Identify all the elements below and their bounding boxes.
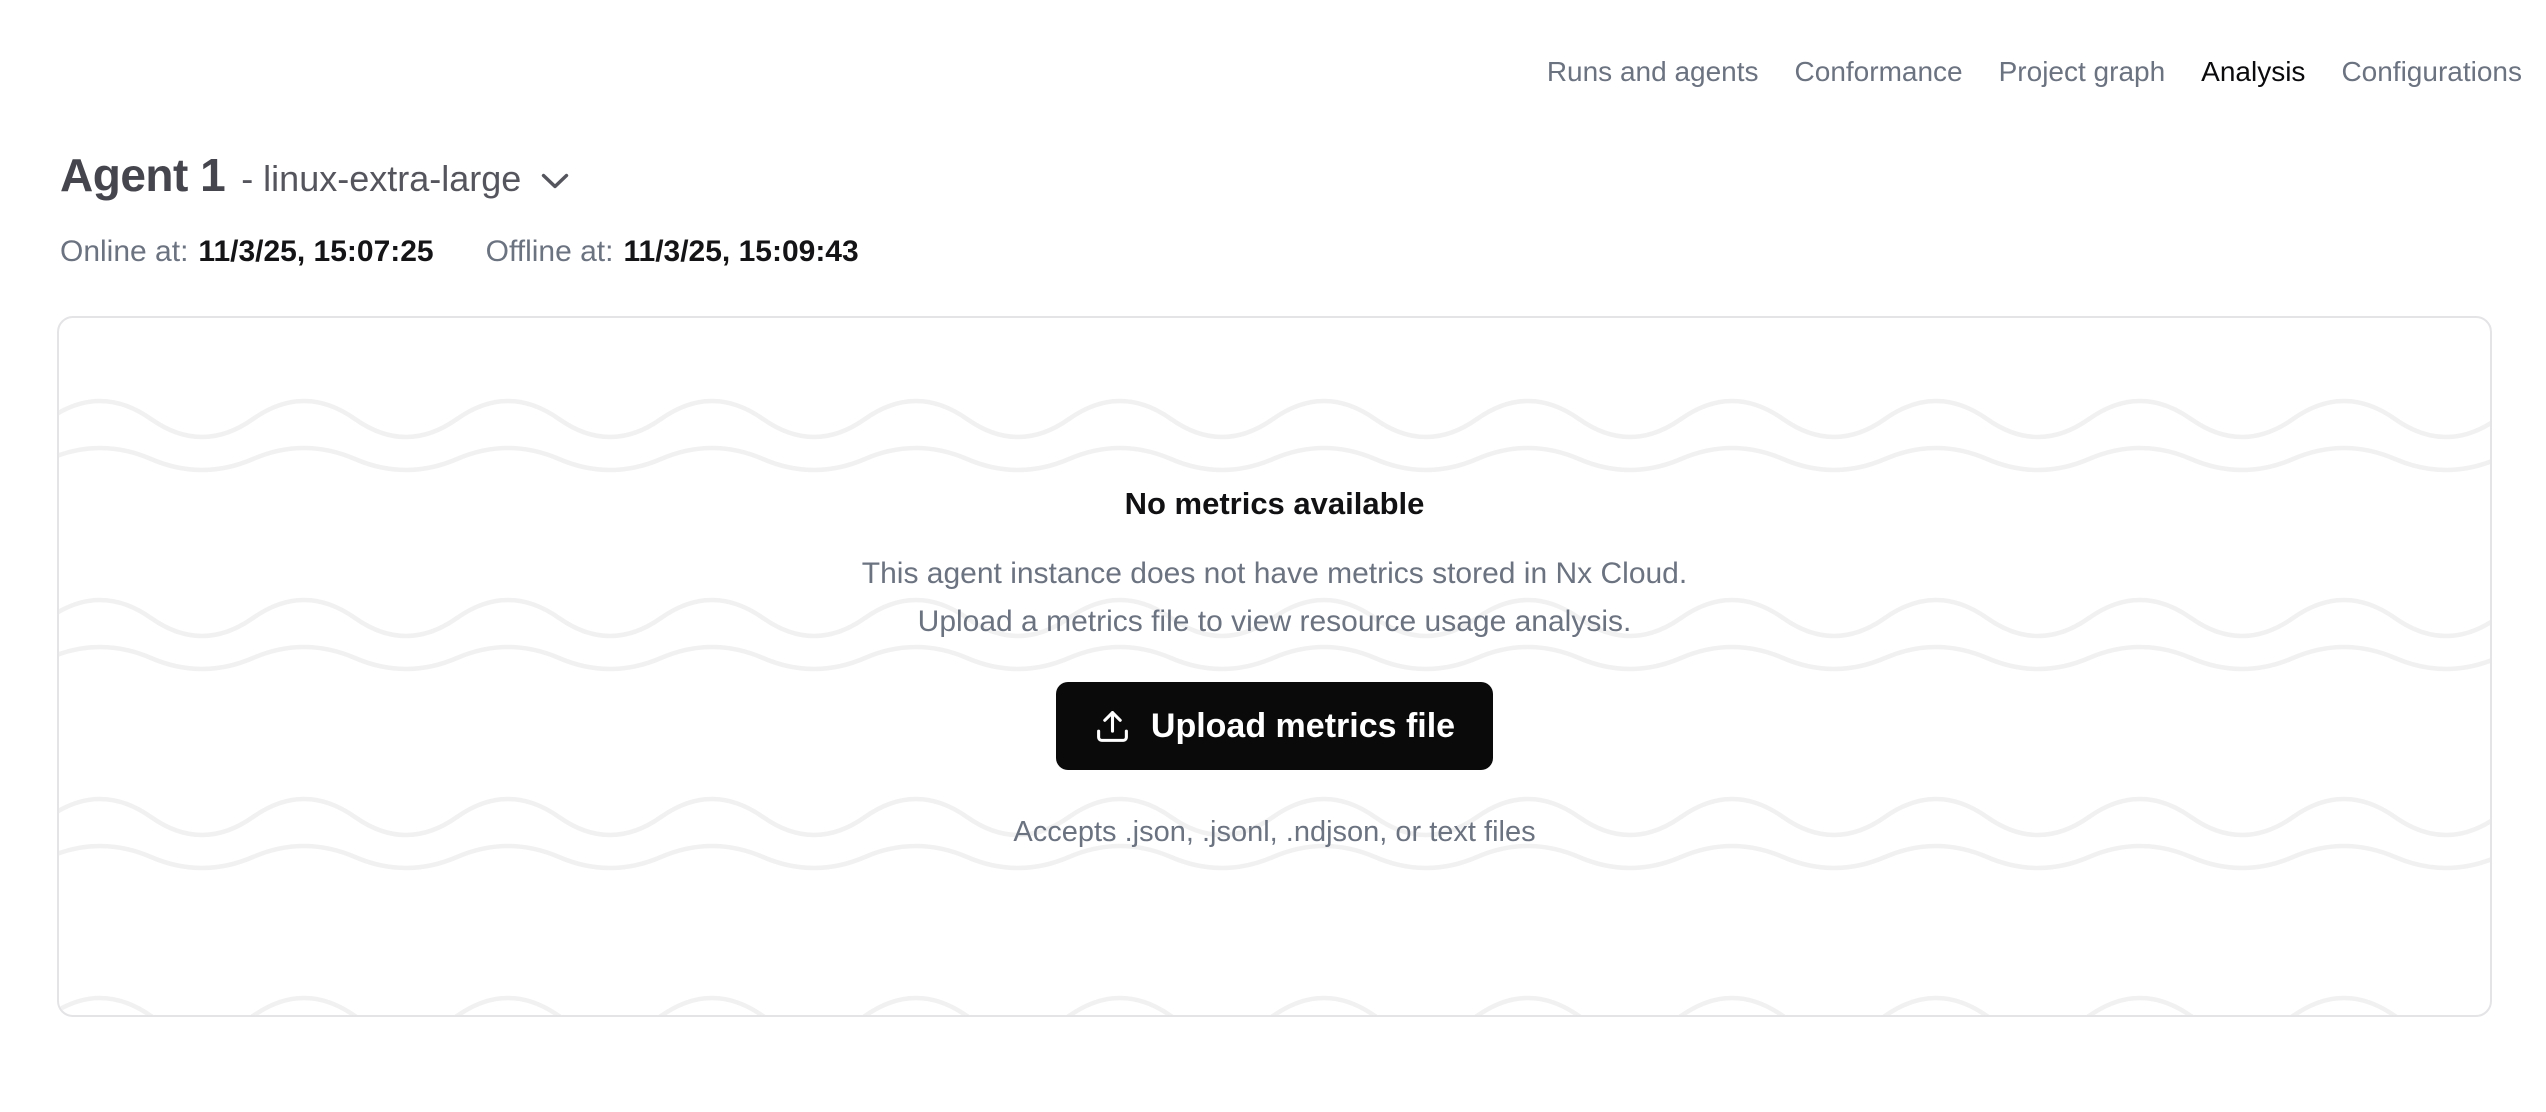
upload-icon: [1094, 708, 1131, 745]
agent-selector-dropdown[interactable]: [541, 173, 569, 190]
agent-type-label: - linux-extra-large: [241, 158, 521, 200]
metrics-card: No metrics available This agent instance…: [57, 316, 2492, 1017]
page-title: Agent 1: [60, 146, 225, 204]
nav-item-conformance[interactable]: Conformance: [1795, 54, 1963, 90]
empty-state-title: No metrics available: [1125, 484, 1425, 524]
nav-item-runs-and-agents[interactable]: Runs and agents: [1547, 54, 1759, 90]
metrics-empty-state: No metrics available This agent instance…: [59, 318, 2490, 1015]
upload-metrics-file-button[interactable]: Upload metrics file: [1056, 682, 1493, 770]
offline-at-group: Offline at: 11/3/25, 15:09:43: [486, 233, 859, 271]
nav-item-configurations[interactable]: Configurations: [2341, 54, 2522, 90]
agent-meta-row: Online at: 11/3/25, 15:07:25 Offline at:…: [60, 233, 859, 271]
empty-state-description-line1: This agent instance does not have metric…: [862, 550, 1687, 598]
online-at-group: Online at: 11/3/25, 15:07:25: [60, 233, 434, 271]
chevron-down-icon: [541, 173, 569, 190]
page-title-row: Agent 1 - linux-extra-large: [60, 146, 569, 204]
nav-item-analysis[interactable]: Analysis: [2201, 54, 2305, 90]
upload-button-label: Upload metrics file: [1151, 707, 1455, 746]
online-at-label: Online at:: [60, 233, 188, 271]
online-at-value: 11/3/25, 15:07:25: [198, 233, 433, 271]
agent-analysis-page: { "nav": { "items": [ { "label": "Runs a…: [0, 0, 2546, 1112]
offline-at-value: 11/3/25, 15:09:43: [623, 233, 858, 271]
top-navigation: Runs and agents Conformance Project grap…: [1547, 54, 2522, 90]
offline-at-label: Offline at:: [486, 233, 614, 271]
accepted-file-types-note: Accepts .json, .jsonl, .ndjson, or text …: [1013, 812, 1535, 852]
empty-state-description-line2: Upload a metrics file to view resource u…: [918, 598, 1632, 646]
nav-item-project-graph[interactable]: Project graph: [1999, 54, 2166, 90]
